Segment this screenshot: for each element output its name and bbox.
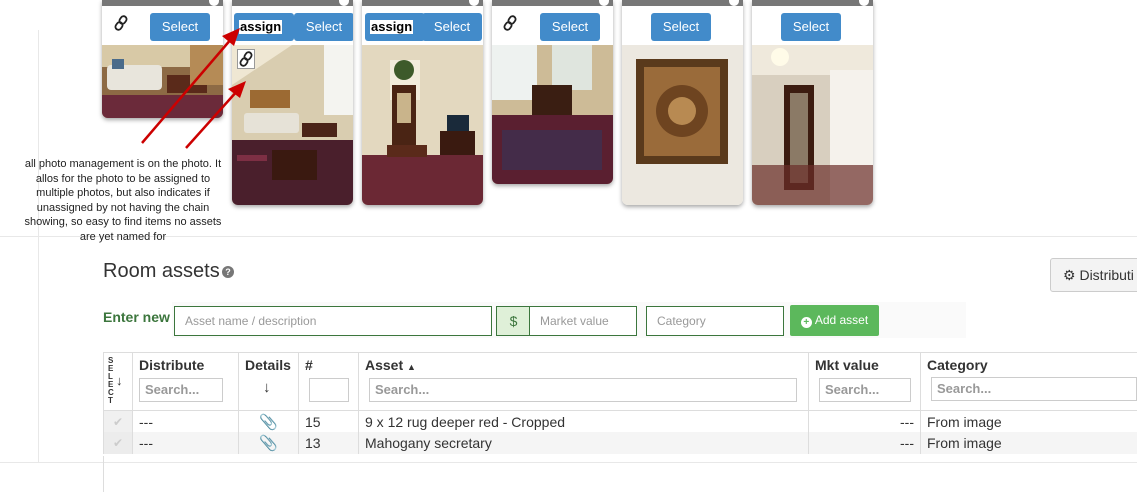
sort-down-arrow-icon: ↓ [263,379,271,396]
distribution-label: Distributi [1079,267,1134,283]
table-row[interactable]: ✔ --- 📎 13 Mahogany secretary --- From i… [103,432,1137,454]
mkt-value-cell: --- [809,411,921,433]
plus-circle-icon: + [800,317,812,328]
details-cell[interactable]: 📎 [239,411,299,433]
category-cell: From image [927,414,1002,430]
annotation-note: all photo management is on the photo. It… [24,158,222,243]
column-header-mkt-value[interactable]: Mkt value Search... [809,352,921,410]
column-header-number[interactable]: # [299,352,359,410]
assets-table: SELECT ↓ Distribute Search... Details ↓ … [103,352,1137,456]
column-label: Distribute [139,357,205,373]
column-header-asset[interactable]: Asset ▲ Search... [359,352,809,410]
distribution-button[interactable]: ⚙ Distributi [1050,258,1137,292]
market-value-input[interactable]: Market value [529,306,637,336]
table-row[interactable]: ✔ --- 📎 15 9 x 12 rug deeper red - Cropp… [103,410,1137,433]
mkt-filter-input[interactable]: Search... [819,378,911,402]
category-cell: From image [927,435,1002,451]
enter-new-label: Enter new [103,309,170,325]
gear-icon: ⚙ [1063,267,1076,283]
details-cell[interactable]: 📎 [239,432,299,454]
column-header-category[interactable]: Category Search... [921,352,1137,410]
sort-down-arrow-icon: ↓ [116,373,123,388]
category-input[interactable]: Category [646,306,784,336]
column-header-details[interactable]: Details ↓ [239,352,299,410]
distribute-cell: --- [133,411,239,433]
paperclip-icon[interactable]: 📎 [259,435,278,452]
column-label: Details [245,357,291,373]
number-filter-input[interactable] [309,378,349,402]
column-label: Category [927,357,988,373]
asset-name-input[interactable]: Asset name / description [174,306,492,336]
asset-filter-input[interactable]: Search... [369,378,797,402]
table-left-border [103,456,104,492]
column-label: Mkt value [815,357,879,373]
row-select-checkmark-icon[interactable]: ✔ [103,411,133,433]
number-cell: 13 [299,432,359,454]
distribute-cell: --- [133,432,239,454]
currency-addon: $ [496,306,530,336]
distribute-filter-input[interactable]: Search... [139,378,223,402]
select-header-label: SELECT [108,356,114,405]
help-icon[interactable]: ? [222,266,234,278]
asset-cell[interactable]: Mahogany secretary [359,432,809,454]
add-asset-button[interactable]: + Add asset [790,305,879,336]
add-asset-label: Add asset [814,313,869,327]
column-label: # [305,357,313,373]
row-select-checkmark-icon[interactable]: ✔ [103,432,133,454]
column-header-select[interactable]: SELECT ↓ [103,352,133,410]
asset-cell[interactable]: 9 x 12 rug deeper red - Cropped [359,411,809,433]
paperclip-icon[interactable]: 📎 [259,414,278,431]
column-header-distribute[interactable]: Distribute Search... [133,352,239,410]
category-filter-input[interactable]: Search... [931,377,1137,401]
page-title: Room assets [103,260,220,282]
number-cell: 15 [299,411,359,433]
column-label: Asset ▲ [365,357,416,373]
mkt-value-cell: --- [809,432,921,454]
sort-asc-icon: ▲ [407,362,416,372]
